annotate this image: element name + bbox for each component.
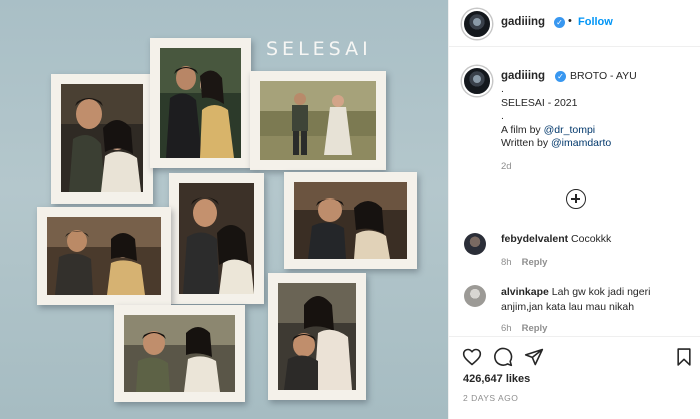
caption-writer-prefix: Written by [501,137,551,149]
separator-dot: • [568,15,572,27]
post-header: gadiiing ✓ • Follow [449,0,700,47]
reply-button[interactable]: Reply [522,257,548,268]
comment-icon[interactable] [493,347,513,367]
caption-timestamp[interactable]: 2d [501,161,512,172]
post-date[interactable]: 2 DAYS AGO [463,393,518,403]
comment-body: Lah gw kok jadi ngeri [551,286,651,298]
photo-frame-6 [37,207,171,305]
comment-username[interactable]: alvinkape [501,286,549,298]
load-more-comments-icon[interactable] [566,189,586,209]
comment-avatar[interactable] [464,285,486,307]
comment-text: febydelvalent Cocokkk [501,232,611,247]
photo-frame-7 [114,305,245,402]
mention-link[interactable]: @dr_tompi [544,124,596,136]
caption-film-prefix: A film by [501,124,544,136]
header-username[interactable]: gadiiing [501,16,545,28]
likes-count[interactable]: 426,647 likes [463,373,530,385]
caption-line: . [501,110,504,122]
caption-line: SELESAI - 2021 [501,97,578,109]
comment-body: anjim,jan kata lau mau nikah [501,301,635,313]
photo-frame-8 [268,273,366,400]
photo-frame-2 [150,38,251,168]
caption-username[interactable]: gadiiing [501,70,545,82]
follow-button[interactable]: Follow [578,16,613,28]
verified-badge-icon: ✓ [554,17,565,28]
photo-frame-5 [284,172,417,269]
caption-line: . [501,83,504,95]
photo-frame-1 [51,74,153,204]
comment-body: Cocokkk [571,233,612,245]
comment-meta: 8h Reply [501,257,547,268]
caption-credit-film: A film by @dr_tompi [501,124,595,136]
comment-avatar[interactable] [464,233,486,255]
comment-time[interactable]: 8h [501,257,512,268]
caption-credit-writer: Written by @imamdarto [501,137,611,149]
caption-avatar[interactable] [462,66,492,96]
post-side-panel: gadiiing ✓ • Follow gadiiing ✓ BROTO - A… [448,0,700,419]
photo-frame-3 [250,71,386,170]
heart-icon[interactable] [462,347,482,367]
post-actions: 426,647 likes 2 DAYS AGO [449,336,700,419]
comment-username[interactable]: febydelvalent [501,233,568,245]
verified-badge-icon: ✓ [555,71,566,82]
share-icon[interactable] [524,347,544,367]
reply-button[interactable]: Reply [522,323,548,334]
avatar[interactable] [462,9,492,39]
post-image[interactable]: SELESAI [0,0,448,419]
image-overlay-text: SELESAI [266,38,372,60]
bookmark-icon[interactable] [674,347,694,367]
comment-time[interactable]: 6h [501,323,512,334]
photo-frame-4 [169,173,264,304]
comment-text: alvinkape Lah gw kok jadi ngeri anjim,ja… [501,285,650,315]
caption-title: BROTO - AYU [570,70,637,82]
comment-meta: 6h Reply [501,323,547,334]
mention-link[interactable]: @imamdarto [551,137,611,149]
